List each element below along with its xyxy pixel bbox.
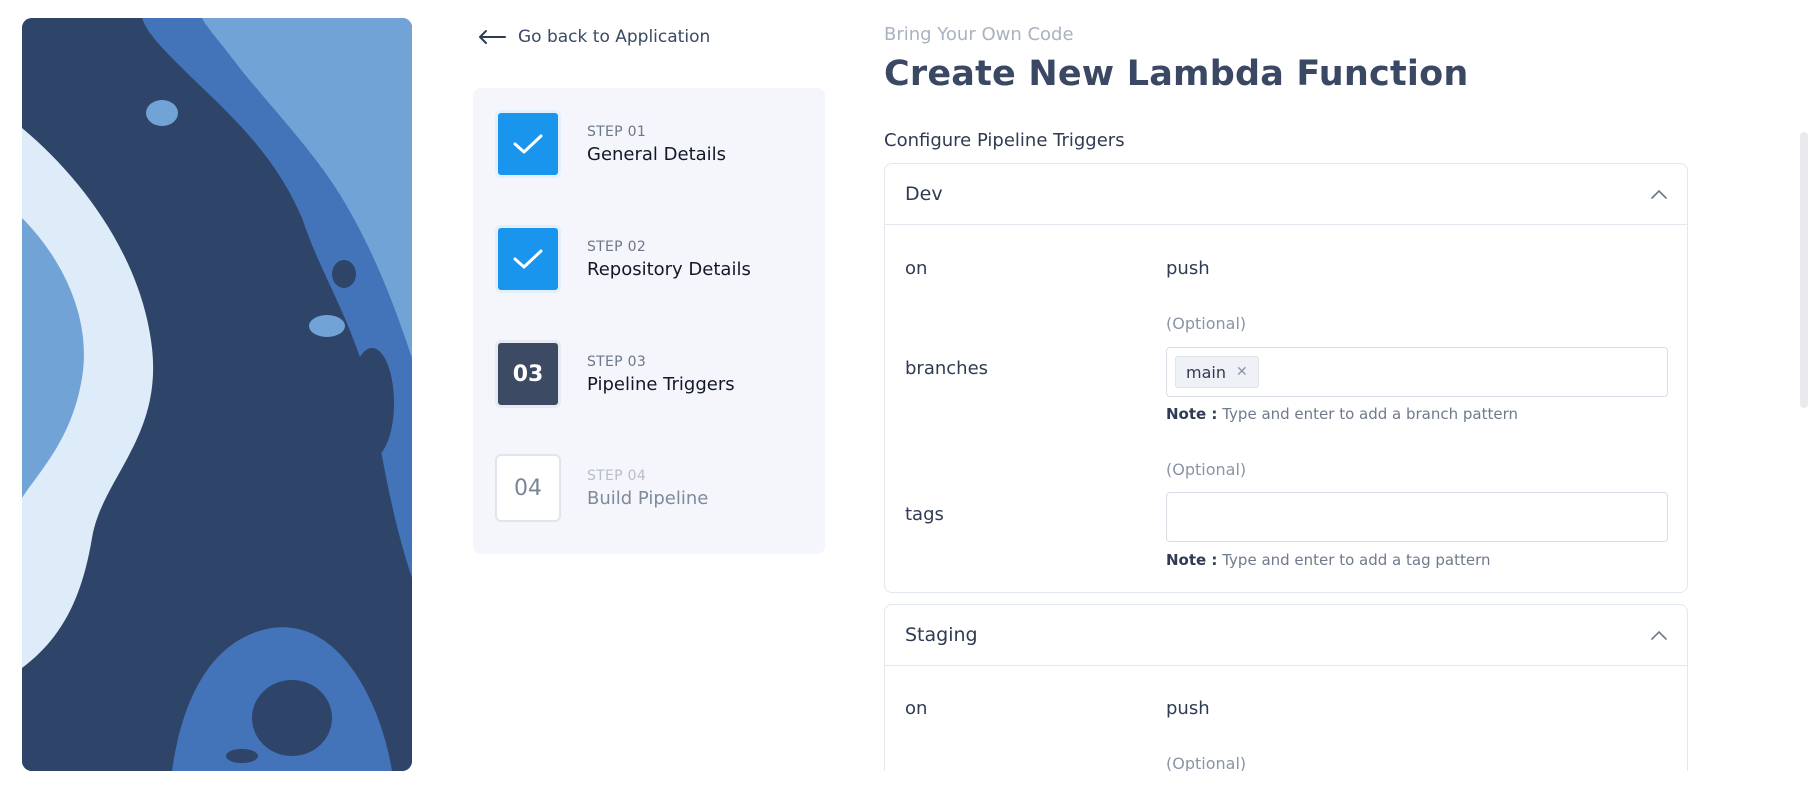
remove-chip-icon[interactable]: ✕	[1236, 364, 1248, 380]
decorative-illustration	[22, 18, 412, 771]
note-label: Note :	[1166, 405, 1218, 423]
branch-chip-label: main	[1186, 362, 1226, 382]
optional-hint: (Optional)	[1166, 314, 1247, 333]
step-title: Pipeline Triggers	[587, 373, 735, 395]
back-to-application-link[interactable]: Go back to Application	[478, 24, 710, 50]
tags-note: Note : Type and enter to add a tag patte…	[1166, 551, 1490, 569]
dev-trigger-panel: Dev on push (Optional) branches main ✕ N…	[884, 163, 1688, 593]
note-text: Type and enter to add a tag pattern	[1222, 551, 1491, 569]
step-number-badge: 03	[495, 340, 561, 408]
panel-title: Dev	[905, 183, 943, 205]
tags-label: tags	[905, 504, 944, 525]
stepper: STEP 01 General Details STEP 02 Reposito…	[473, 88, 825, 554]
checkmark-icon	[513, 249, 543, 269]
panel-title: Staging	[905, 624, 978, 646]
main-form: Bring Your Own Code Create New Lambda Fu…	[884, 0, 1690, 771]
note-label: Note :	[1166, 551, 1218, 569]
chevron-up-icon[interactable]	[1651, 630, 1667, 640]
branches-input[interactable]: main ✕	[1166, 347, 1668, 397]
step-general-details[interactable]: STEP 01 General Details	[495, 110, 815, 178]
step-number: STEP 03	[587, 353, 647, 370]
section-heading: Configure Pipeline Triggers	[884, 130, 1125, 151]
branches-note: Note : Type and enter to add a branch pa…	[1166, 405, 1518, 423]
page-title: Create New Lambda Function	[884, 54, 1469, 94]
step-complete-badge	[495, 225, 561, 293]
on-label: on	[905, 698, 928, 719]
step-number: STEP 02	[587, 238, 647, 255]
branch-chip: main ✕	[1175, 356, 1259, 388]
staging-panel-header[interactable]: Staging	[885, 605, 1687, 666]
page-scrollbar[interactable]	[1800, 132, 1808, 408]
step-number: STEP 04	[587, 467, 647, 484]
arrow-left-icon	[479, 30, 506, 44]
step-title: General Details	[587, 143, 727, 165]
step-pipeline-triggers[interactable]: 03 STEP 03 Pipeline Triggers	[495, 340, 815, 408]
optional-hint: (Optional)	[1166, 754, 1247, 771]
step-build-pipeline[interactable]: 04 STEP 04 Build Pipeline	[495, 454, 815, 522]
dev-panel-header[interactable]: Dev	[885, 164, 1687, 225]
checkmark-icon	[513, 134, 543, 154]
app-root: Go back to Application STEP 01 General D…	[0, 0, 1819, 795]
optional-hint: (Optional)	[1166, 460, 1247, 479]
tags-input[interactable]	[1166, 492, 1668, 542]
page-eyebrow: Bring Your Own Code	[884, 24, 1074, 45]
step-title: Build Pipeline	[587, 487, 709, 509]
on-value: push	[1166, 698, 1210, 719]
on-label: on	[905, 258, 928, 279]
step-number: STEP 01	[587, 123, 647, 140]
branches-label: branches	[905, 358, 989, 379]
step-repository-details[interactable]: STEP 02 Repository Details	[495, 225, 815, 293]
on-value: push	[1166, 258, 1210, 279]
step-complete-badge	[495, 110, 561, 178]
chevron-up-icon[interactable]	[1651, 189, 1667, 199]
note-text: Type and enter to add a branch pattern	[1222, 405, 1519, 423]
back-link-label: Go back to Application	[518, 27, 711, 47]
step-number-badge: 04	[495, 454, 561, 522]
staging-trigger-panel: Staging on push (Optional)	[884, 604, 1688, 771]
step-title: Repository Details	[587, 258, 751, 280]
